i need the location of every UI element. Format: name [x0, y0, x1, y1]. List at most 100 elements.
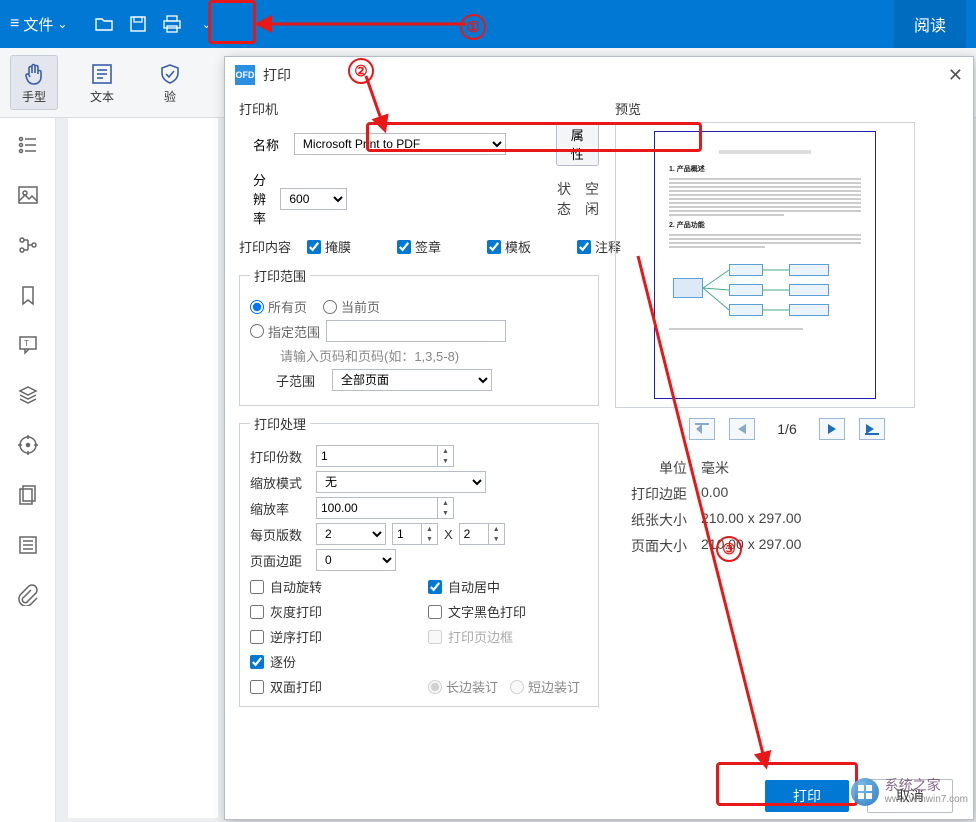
perpage-main-select[interactable]: 2 [316, 523, 386, 545]
paper-size-value: 210.00 x 297.00 [701, 510, 801, 530]
unit-value: 毫米 [701, 458, 729, 478]
page-indicator: 1/6 [769, 421, 805, 437]
image-icon[interactable] [17, 184, 39, 206]
file-menu[interactable]: 文件 [23, 14, 53, 35]
properties-button[interactable]: 属性 [556, 122, 599, 166]
text-tool[interactable]: 文本 [78, 60, 126, 105]
perpage-a-spinner[interactable]: ▲▼ [392, 523, 438, 545]
gray-print-checkbox[interactable]: 灰度打印 [250, 602, 410, 621]
print-margin-label: 打印边距 [615, 484, 687, 504]
current-page-radio[interactable]: 当前页 [323, 297, 380, 316]
target-icon[interactable] [17, 434, 39, 456]
black-text-checkbox[interactable]: 文字黑色打印 [428, 602, 588, 621]
printer-section-label: 打印机 [239, 99, 599, 118]
verify-tool[interactable]: 验 [146, 60, 194, 105]
signature-checkbox[interactable]: 签章 [397, 237, 441, 256]
print-icon[interactable] [161, 13, 183, 35]
close-icon[interactable]: ✕ [948, 65, 963, 86]
print-border-checkbox: 打印页边框 [428, 627, 588, 646]
next-page-button[interactable] [819, 418, 845, 440]
preview-label: 预览 [615, 99, 959, 118]
copies-spinner[interactable]: ▲▼ [316, 445, 454, 467]
document-page [68, 118, 218, 818]
margin-label: 页面边距 [250, 551, 310, 570]
app-topbar: ≡ 文件 ⌄ ⌄ 阅读 [0, 0, 976, 48]
left-sidebar: T [0, 118, 56, 822]
bookmark-icon[interactable] [17, 284, 39, 306]
file-menu-caret-icon[interactable]: ⌄ [57, 17, 67, 31]
watermark-text: 系统之家 [885, 780, 968, 794]
page-size-value: 210.00 x 297.00 [701, 536, 801, 556]
preview-pager: 1/6 [615, 418, 959, 440]
hand-tool[interactable]: 手型 [10, 55, 58, 110]
text-tool-label: 文本 [90, 88, 114, 105]
hamburger-icon[interactable]: ≡ [10, 15, 19, 33]
preview-area: 1. 产品概述 2. 产品功能 [615, 122, 915, 408]
process-legend: 打印处理 [250, 414, 310, 433]
status-label: 状态 [557, 179, 571, 219]
first-page-button[interactable] [689, 418, 715, 440]
scale-ratio-spinner[interactable]: ▲▼ [316, 497, 454, 519]
subrange-select[interactable]: 全部页面 [332, 369, 492, 391]
print-range-group: 打印范围 所有页 当前页 指定范围 请输入页码和页码(如：1,3,5-8) 子范… [239, 266, 599, 406]
duplex-checkbox[interactable]: 双面打印 [250, 677, 410, 696]
margin-select[interactable]: 0 [316, 549, 396, 571]
subrange-label: 子范围 [276, 371, 326, 390]
resolution-select[interactable]: 600 [280, 188, 347, 210]
short-bind-radio[interactable]: 短边装订 [510, 677, 580, 696]
text-icon [88, 60, 116, 88]
preview-page: 1. 产品概述 2. 产品功能 [654, 131, 876, 399]
comment-icon[interactable]: T [17, 334, 39, 356]
print-dialog: OFD 打印 ✕ 打印机 名称 Microsoft Print to PDF 属… [224, 56, 974, 820]
attachment-icon[interactable] [17, 584, 39, 606]
outline-icon[interactable] [17, 134, 39, 156]
pages-icon[interactable] [17, 484, 39, 506]
link-icon[interactable] [17, 234, 39, 256]
auto-center-checkbox[interactable]: 自动居中 [428, 577, 588, 596]
preview-h1: 1. 产品概述 [669, 164, 861, 174]
form-icon[interactable] [17, 534, 39, 556]
range-legend: 打印范围 [250, 266, 310, 285]
print-process-group: 打印处理 打印份数 ▲▼ 缩放模式 无 缩放率 ▲▼ 每页版数 2 ▲▼ X ▲… [239, 414, 599, 707]
custom-range-radio[interactable]: 指定范围 [250, 322, 320, 341]
status-value: 空闲 [585, 179, 599, 219]
paper-size-label: 纸张大小 [615, 510, 687, 530]
verify-tool-label: 验 [164, 88, 176, 105]
all-pages-radio[interactable]: 所有页 [250, 297, 307, 316]
watermark-logo-icon [851, 778, 879, 806]
scale-mode-select[interactable]: 无 [316, 471, 486, 493]
watermark-url: www.Winwin7.com [885, 794, 968, 805]
preview-info: 单位毫米 打印边距0.00 纸张大小210.00 x 297.00 页面大小21… [615, 452, 959, 562]
save-icon[interactable] [127, 13, 149, 35]
ofd-badge-icon: OFD [235, 65, 255, 85]
more-caret-icon[interactable]: ⌄ [195, 13, 217, 35]
layers-icon[interactable] [17, 384, 39, 406]
last-page-button[interactable] [859, 418, 885, 440]
dialog-titlebar: OFD 打印 ✕ [225, 57, 973, 93]
mask-checkbox[interactable]: 掩膜 [307, 237, 351, 256]
unit-label: 单位 [615, 458, 687, 478]
print-button[interactable]: 打印 [765, 780, 849, 812]
template-checkbox[interactable]: 模板 [487, 237, 531, 256]
prev-page-button[interactable] [729, 418, 755, 440]
range-hint: 请输入页码和页码(如：1,3,5-8) [280, 346, 459, 365]
page-size-label: 页面大小 [615, 536, 687, 556]
long-bind-radio[interactable]: 长边装订 [428, 677, 498, 696]
printer-name-label: 名称 [253, 135, 284, 154]
perpage-x: X [444, 527, 453, 542]
perpage-label: 每页版数 [250, 525, 310, 544]
preview-diagram [669, 258, 861, 322]
watermark: 系统之家 www.Winwin7.com [851, 778, 968, 806]
copies-label: 打印份数 [250, 447, 310, 466]
open-icon[interactable] [93, 13, 115, 35]
printer-select[interactable]: Microsoft Print to PDF [294, 133, 506, 155]
scale-ratio-label: 缩放率 [250, 499, 310, 518]
read-tab[interactable]: 阅读 [894, 0, 966, 48]
preview-h2: 2. 产品功能 [669, 220, 861, 230]
reverse-print-checkbox[interactable]: 逆序打印 [250, 627, 410, 646]
perpage-b-spinner[interactable]: ▲▼ [459, 523, 505, 545]
collate-checkbox[interactable]: 逐份 [250, 652, 410, 671]
custom-range-input[interactable] [326, 320, 506, 342]
content-label: 打印内容 [239, 237, 299, 256]
auto-rotate-checkbox[interactable]: 自动旋转 [250, 577, 410, 596]
